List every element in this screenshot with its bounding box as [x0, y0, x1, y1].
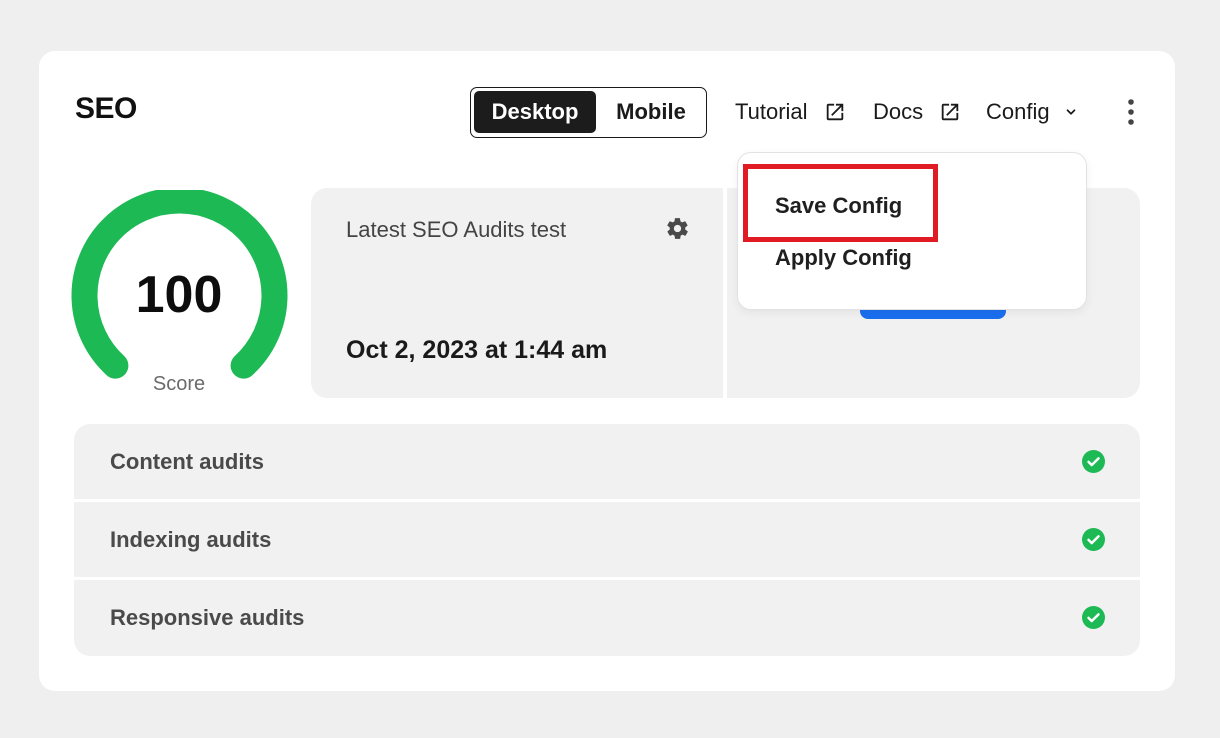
audit-label: Indexing audits: [110, 527, 272, 552]
score-label: Score: [152, 373, 206, 395]
docs-link[interactable]: Docs: [873, 96, 961, 128]
latest-audit-date: Oct 2, 2023 at 1:44 am: [346, 336, 608, 364]
check-circle-icon: [1082, 606, 1105, 629]
more-options-icon[interactable]: [1118, 96, 1144, 128]
tutorial-link-label: Tutorial: [735, 99, 808, 124]
chevron-down-icon: [1066, 109, 1075, 115]
audit-row-indexing[interactable]: Indexing audits: [74, 502, 1140, 577]
highlight-box: [743, 164, 938, 242]
audit-row-responsive[interactable]: Responsive audits: [74, 580, 1140, 656]
config-label: Config: [986, 99, 1050, 124]
desktop-tab[interactable]: Desktop: [474, 91, 596, 133]
external-link-icon: [941, 103, 959, 121]
mobile-tab[interactable]: Mobile: [599, 91, 703, 133]
device-toggle: Desktop Mobile: [470, 87, 707, 138]
external-link-icon: [826, 103, 843, 121]
tutorial-link[interactable]: Tutorial: [735, 96, 846, 128]
menu-item-apply-config[interactable]: Apply Config: [775, 245, 912, 271]
check-circle-icon: [1082, 528, 1105, 551]
audit-row-content[interactable]: Content audits: [74, 424, 1140, 499]
audit-label: Content audits: [110, 449, 264, 474]
check-circle-icon: [1082, 450, 1105, 473]
score-value: 100: [135, 266, 223, 324]
docs-link-label: Docs: [873, 99, 924, 124]
page-title: SEO: [75, 92, 137, 125]
config-menu-button[interactable]: Config: [986, 96, 1078, 128]
latest-audit-heading: Latest SEO Audits test: [346, 217, 567, 242]
gear-icon[interactable]: [665, 216, 690, 241]
audit-label: Responsive audits: [110, 605, 305, 630]
